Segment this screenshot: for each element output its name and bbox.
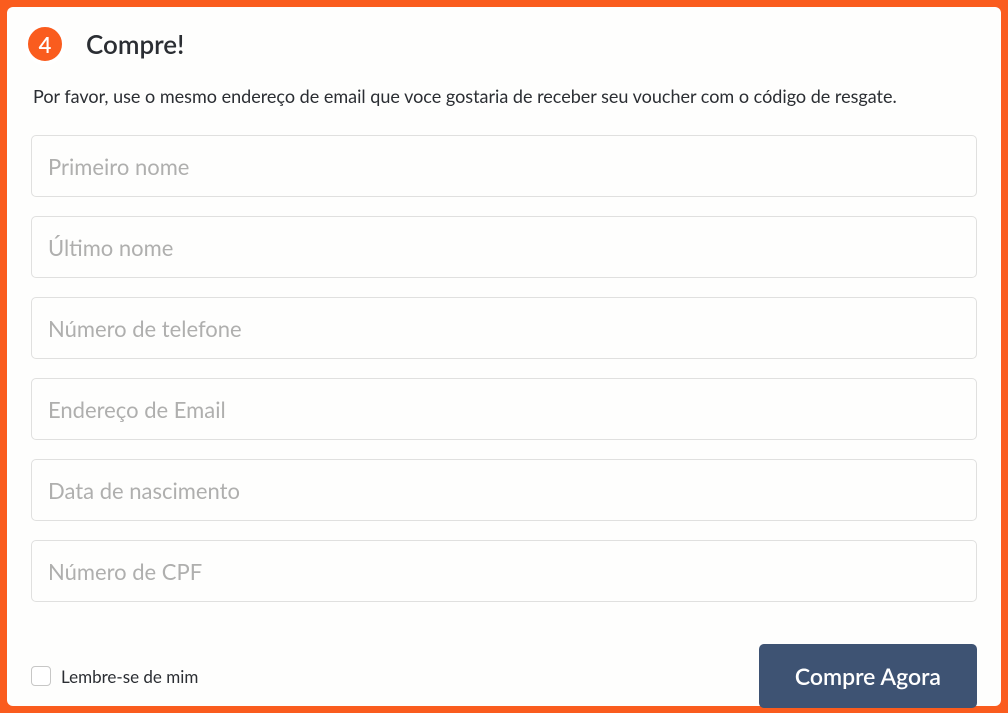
- remember-me-checkbox[interactable]: [31, 666, 51, 686]
- instruction-text: Por favor, use o mesmo endereço de email…: [33, 85, 977, 107]
- form-footer: Lembre-se de mim Compre Agora: [31, 644, 977, 708]
- buy-now-button[interactable]: Compre Agora: [759, 644, 977, 708]
- form-fields: [31, 135, 977, 602]
- panel-title: Compre!: [86, 28, 184, 60]
- cpf-input[interactable]: [31, 540, 977, 602]
- panel-header: 4 Compre!: [24, 23, 977, 65]
- email-input[interactable]: [31, 378, 977, 440]
- step-number-badge: 4: [24, 23, 66, 65]
- remember-me-wrapper[interactable]: Lembre-se de mim: [31, 666, 198, 687]
- phone-input[interactable]: [31, 297, 977, 359]
- dob-input[interactable]: [31, 459, 977, 521]
- checkout-step-panel: 4 Compre! Por favor, use o mesmo endereç…: [7, 7, 1001, 706]
- remember-me-label: Lembre-se de mim: [61, 666, 198, 687]
- last-name-input[interactable]: [31, 216, 977, 278]
- first-name-input[interactable]: [31, 135, 977, 197]
- step-number: 4: [39, 31, 52, 58]
